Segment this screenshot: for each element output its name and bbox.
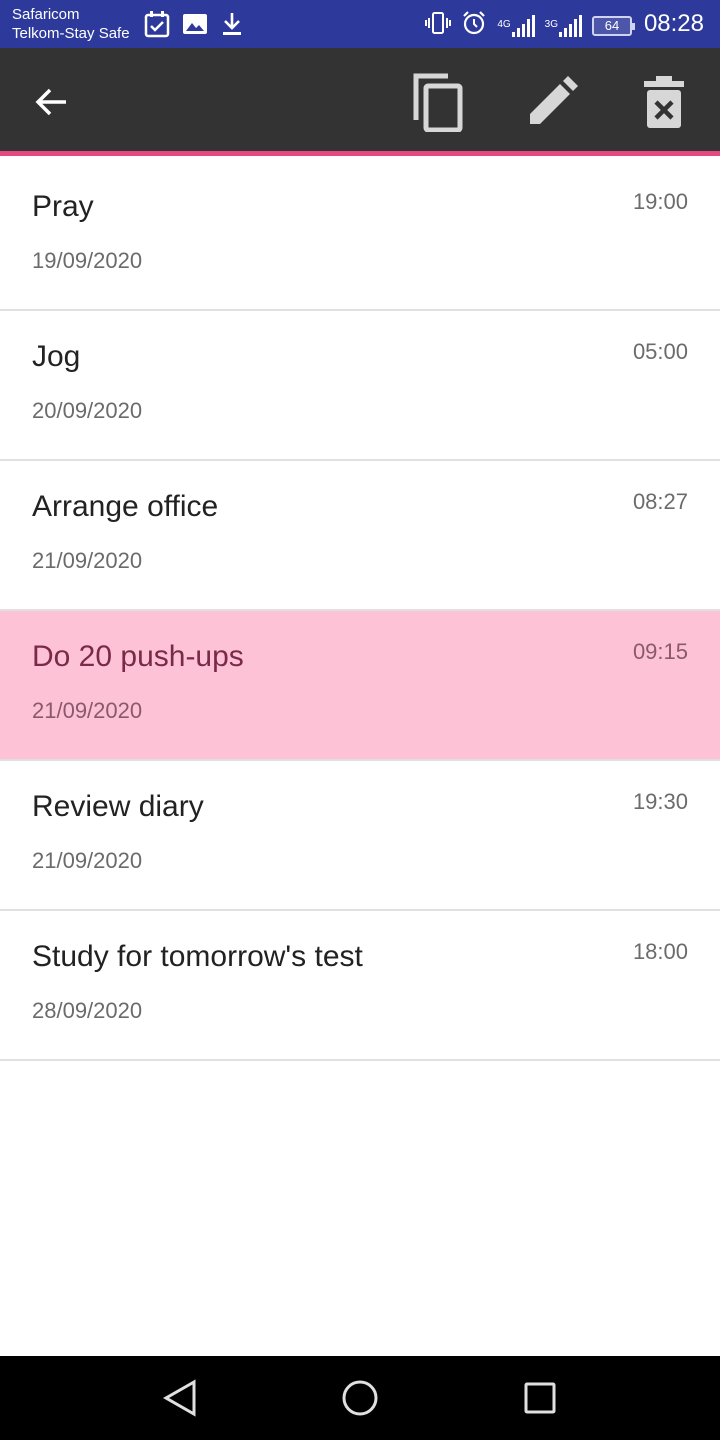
task-date: 21/09/2020 [32, 848, 143, 873]
battery-icon: 64 [592, 15, 635, 36]
signal-3g-icon: 3G [545, 14, 582, 38]
task-title: Jog [32, 340, 81, 373]
task-date: 21/09/2020 [32, 548, 143, 573]
nav-recents-icon[interactable] [518, 1376, 562, 1420]
task-time: 05:00 [632, 339, 688, 364]
task-time: 19:30 [632, 789, 688, 814]
image-icon [182, 11, 208, 42]
task-list: Pray 19/09/2020 19:00 Jog 20/09/2020 05:… [0, 161, 720, 1061]
task-title: Do 20 push-ups [32, 640, 244, 673]
task-time: 18:00 [632, 939, 688, 964]
task-row[interactable]: Arrange office 21/09/2020 08:27 [0, 461, 720, 611]
vibrate-icon [425, 10, 452, 41]
download-icon [220, 11, 244, 42]
carrier-secondary: Telkom-Stay Safe [12, 25, 130, 42]
status-bar: Safaricom Telkom-Stay Safe 4G 3G 64 08:2… [0, 0, 720, 48]
task-title: Study for tomorrow's test [32, 940, 363, 973]
task-time: 09:15 [632, 639, 688, 664]
signal-4g-icon: 4G [497, 14, 535, 38]
task-row[interactable]: Jog 20/09/2020 05:00 [0, 311, 720, 461]
carrier-info: Safaricom Telkom-Stay Safe [12, 5, 130, 43]
clock: 08:28 [643, 10, 704, 37]
task-row[interactable]: Review diary 21/09/2020 19:30 [0, 761, 720, 911]
task-title: Arrange office [32, 490, 219, 523]
system-nav-bar [0, 1356, 720, 1440]
net-type-label: 3G [544, 18, 558, 30]
nav-home-icon[interactable] [338, 1376, 382, 1420]
nav-back-icon[interactable] [158, 1376, 202, 1420]
back-arrow-icon[interactable] [22, 72, 82, 132]
net-type-label: 4G [497, 18, 511, 30]
alarm-icon [461, 10, 487, 41]
app-bar [0, 48, 720, 156]
task-row[interactable]: Pray 19/09/2020 19:00 [0, 161, 720, 311]
copy-icon[interactable] [408, 72, 468, 132]
task-time: 19:00 [632, 189, 688, 214]
task-date: 20/09/2020 [32, 398, 143, 423]
task-date: 21/09/2020 [32, 698, 143, 723]
calendar-check-icon [144, 10, 170, 43]
edit-icon[interactable] [522, 72, 582, 132]
task-date: 19/09/2020 [32, 248, 143, 273]
task-time: 08:27 [632, 489, 688, 514]
task-title: Pray [32, 190, 94, 223]
delete-icon[interactable] [634, 72, 694, 132]
task-row[interactable]: Study for tomorrow's test 28/09/2020 18:… [0, 911, 720, 1061]
battery-level: 64 [604, 17, 620, 33]
task-row[interactable]: Do 20 push-ups 21/09/2020 09:15 [0, 611, 720, 761]
task-title: Review diary [32, 790, 204, 823]
task-date: 28/09/2020 [32, 998, 143, 1023]
carrier-primary: Safaricom [12, 6, 80, 23]
